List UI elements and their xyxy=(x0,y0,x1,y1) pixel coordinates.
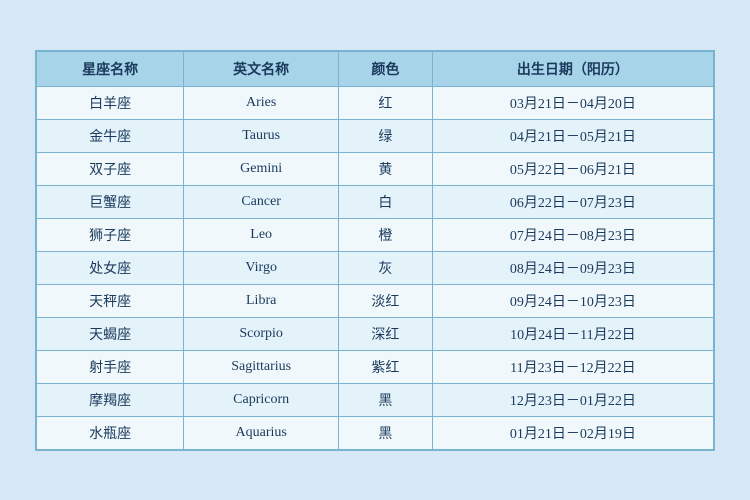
table-cell: 12月23日－01月22日 xyxy=(432,383,713,416)
table-cell: 黑 xyxy=(339,383,433,416)
zodiac-table-container: 星座名称 英文名称 颜色 出生日期（阳历） 白羊座Aries红03月21日－04… xyxy=(35,50,715,451)
table-cell: 天蝎座 xyxy=(37,317,184,350)
table-cell: 10月24日－11月22日 xyxy=(432,317,713,350)
table-cell: 白 xyxy=(339,185,433,218)
table-cell: 06月22日－07月23日 xyxy=(432,185,713,218)
table-row: 摩羯座Capricorn黑12月23日－01月22日 xyxy=(37,383,714,416)
table-cell: 金牛座 xyxy=(37,119,184,152)
table-cell: 01月21日－02月19日 xyxy=(432,416,713,449)
table-cell: 紫红 xyxy=(339,350,433,383)
header-color: 颜色 xyxy=(339,51,433,86)
header-english-name: 英文名称 xyxy=(184,51,339,86)
table-cell: 处女座 xyxy=(37,251,184,284)
table-cell: Sagittarius xyxy=(184,350,339,383)
table-cell: 淡红 xyxy=(339,284,433,317)
table-row: 金牛座Taurus绿04月21日－05月21日 xyxy=(37,119,714,152)
table-cell: 05月22日－06月21日 xyxy=(432,152,713,185)
table-row: 处女座Virgo灰08月24日－09月23日 xyxy=(37,251,714,284)
table-cell: 射手座 xyxy=(37,350,184,383)
table-row: 水瓶座Aquarius黑01月21日－02月19日 xyxy=(37,416,714,449)
table-cell: Aries xyxy=(184,86,339,119)
table-cell: 04月21日－05月21日 xyxy=(432,119,713,152)
table-cell: 白羊座 xyxy=(37,86,184,119)
table-cell: Taurus xyxy=(184,119,339,152)
zodiac-table: 星座名称 英文名称 颜色 出生日期（阳历） 白羊座Aries红03月21日－04… xyxy=(36,51,714,450)
table-cell: 巨蟹座 xyxy=(37,185,184,218)
table-cell: 橙 xyxy=(339,218,433,251)
table-cell: 11月23日－12月22日 xyxy=(432,350,713,383)
table-cell: 09月24日－10月23日 xyxy=(432,284,713,317)
table-cell: Gemini xyxy=(184,152,339,185)
table-cell: 黑 xyxy=(339,416,433,449)
table-cell: 03月21日－04月20日 xyxy=(432,86,713,119)
table-cell: Virgo xyxy=(184,251,339,284)
table-cell: 摩羯座 xyxy=(37,383,184,416)
table-row: 天蝎座Scorpio深红10月24日－11月22日 xyxy=(37,317,714,350)
table-row: 巨蟹座Cancer白06月22日－07月23日 xyxy=(37,185,714,218)
table-cell: 深红 xyxy=(339,317,433,350)
table-cell: 08月24日－09月23日 xyxy=(432,251,713,284)
table-cell: 天秤座 xyxy=(37,284,184,317)
table-cell: 灰 xyxy=(339,251,433,284)
table-row: 天秤座Libra淡红09月24日－10月23日 xyxy=(37,284,714,317)
table-cell: 狮子座 xyxy=(37,218,184,251)
table-cell: 黄 xyxy=(339,152,433,185)
table-cell: 水瓶座 xyxy=(37,416,184,449)
table-cell: Cancer xyxy=(184,185,339,218)
table-cell: 红 xyxy=(339,86,433,119)
table-row: 白羊座Aries红03月21日－04月20日 xyxy=(37,86,714,119)
table-cell: Leo xyxy=(184,218,339,251)
table-cell: Libra xyxy=(184,284,339,317)
table-header-row: 星座名称 英文名称 颜色 出生日期（阳历） xyxy=(37,51,714,86)
table-row: 射手座Sagittarius紫红11月23日－12月22日 xyxy=(37,350,714,383)
table-cell: Capricorn xyxy=(184,383,339,416)
table-row: 双子座Gemini黄05月22日－06月21日 xyxy=(37,152,714,185)
header-chinese-name: 星座名称 xyxy=(37,51,184,86)
table-cell: Aquarius xyxy=(184,416,339,449)
table-cell: 双子座 xyxy=(37,152,184,185)
table-cell: Scorpio xyxy=(184,317,339,350)
table-cell: 07月24日－08月23日 xyxy=(432,218,713,251)
table-cell: 绿 xyxy=(339,119,433,152)
header-birthday: 出生日期（阳历） xyxy=(432,51,713,86)
table-row: 狮子座Leo橙07月24日－08月23日 xyxy=(37,218,714,251)
